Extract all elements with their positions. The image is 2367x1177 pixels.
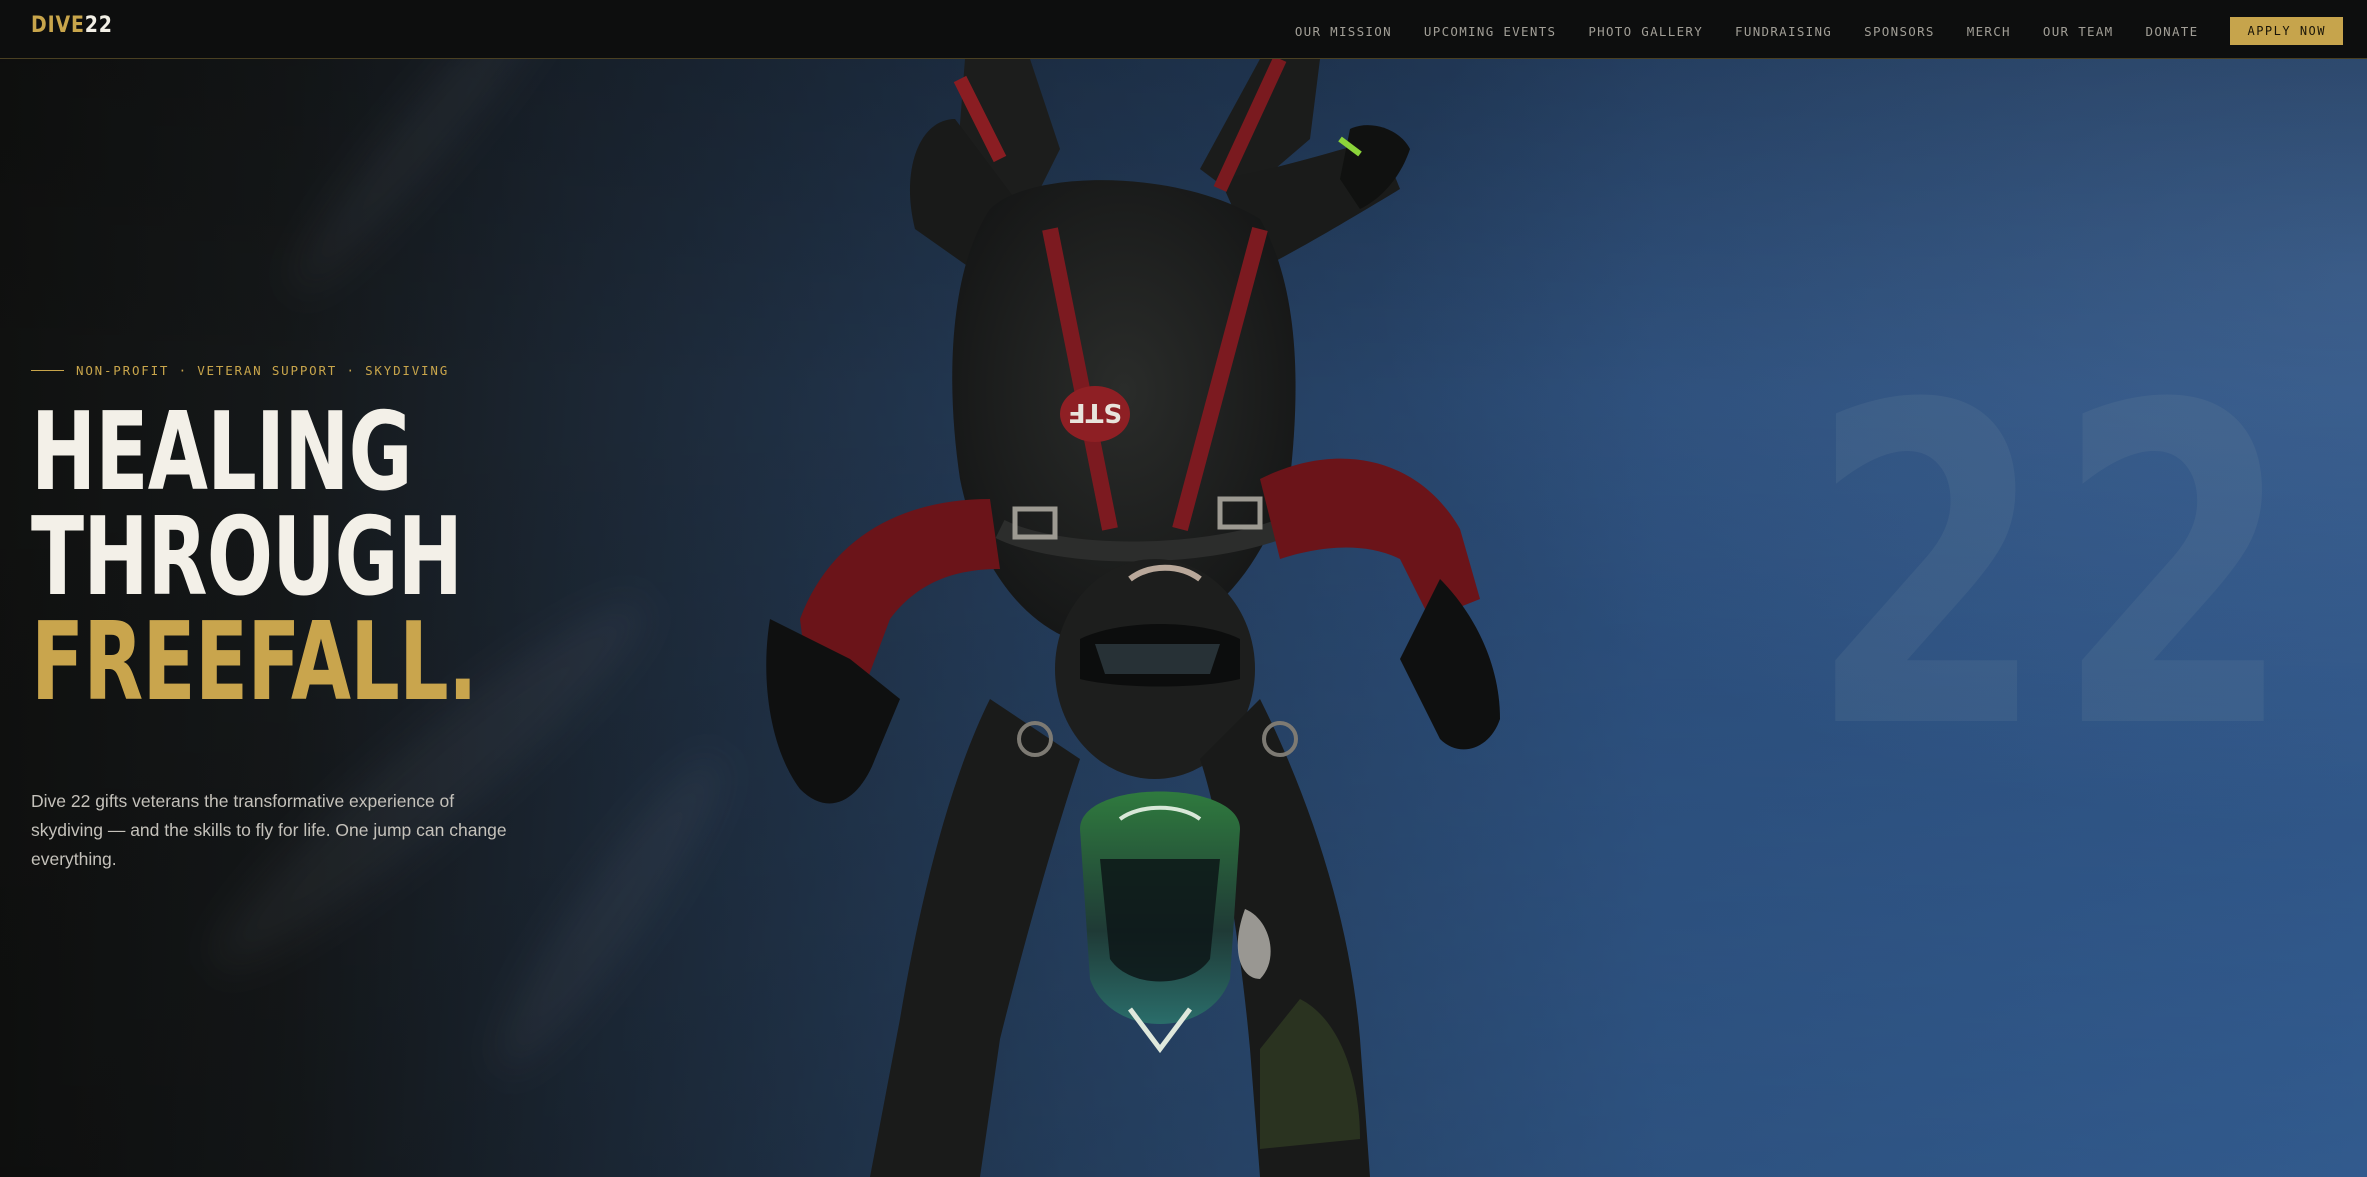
- nav-link-photo-gallery[interactable]: PHOTO GALLERY: [1588, 24, 1703, 39]
- svg-text:STF: STF: [1068, 397, 1122, 427]
- nav-links: OUR MISSION UPCOMING EVENTS PHOTO GALLER…: [1263, 17, 2343, 45]
- hero-content: NON-PROFIT · VETERAN SUPPORT · SKYDIVING…: [31, 363, 651, 892]
- top-navigation-bar: DIVE22 OUR MISSION UPCOMING EVENTS PHOTO…: [0, 0, 2367, 59]
- headline-line-1: HEALING: [31, 390, 412, 515]
- nav-link-our-mission[interactable]: OUR MISSION: [1295, 24, 1392, 39]
- hero-watermark-22: 22: [1807, 313, 2301, 825]
- hero-headline: HEALING THROUGH FREEFALL.: [31, 390, 477, 725]
- logo-dive-text: DIVE: [31, 13, 85, 38]
- headline-line-2: THROUGH: [31, 495, 463, 620]
- nav-link-our-team[interactable]: OUR TEAM: [2043, 24, 2114, 39]
- hero-eyebrow: NON-PROFIT · VETERAN SUPPORT · SKYDIVING: [31, 363, 651, 378]
- nav-link-merch[interactable]: MERCH: [1967, 24, 2011, 39]
- nav-link-sponsors[interactable]: SPONSORS: [1864, 24, 1935, 39]
- headline-line-3: FREEFALL.: [31, 600, 477, 725]
- logo-22-text: 22: [84, 13, 113, 38]
- apply-now-button[interactable]: APPLY NOW: [2230, 17, 2343, 45]
- nav-link-donate[interactable]: DONATE: [2146, 24, 2199, 39]
- eyebrow-divider-line: [31, 370, 64, 371]
- page: 22 STF DIVE22 OUR MISSION UPCOMING EVENT…: [0, 0, 2367, 1177]
- nav-link-fundraising[interactable]: FUNDRAISING: [1735, 24, 1832, 39]
- skydiver-photo: STF: [766, 59, 1500, 1177]
- eyebrow-text: NON-PROFIT · VETERAN SUPPORT · SKYDIVING: [76, 363, 450, 378]
- hero-description: Dive 22 gifts veterans the transformativ…: [31, 791, 507, 870]
- nav-link-upcoming-events[interactable]: UPCOMING EVENTS: [1424, 24, 1556, 39]
- dive22-logo[interactable]: DIVE22: [31, 13, 113, 38]
